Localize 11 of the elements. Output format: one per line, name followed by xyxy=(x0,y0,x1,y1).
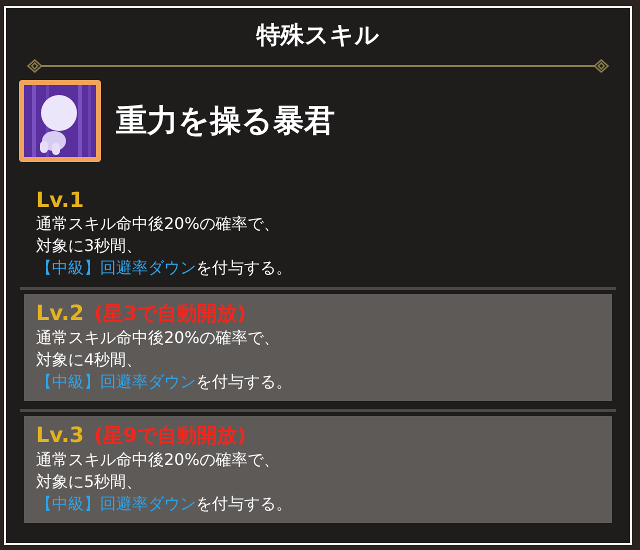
skill-description: 通常スキル命中後20%の確率で、 対象に3秒間、 【中級】回避率ダウンを付与する。 xyxy=(36,213,293,279)
skill-name: 重力を操る暴君 xyxy=(116,102,335,141)
level-label: Lv.3 xyxy=(36,422,84,448)
panel-title: 特殊スキル xyxy=(255,20,380,50)
unlock-note: (星3で自動開放) xyxy=(94,300,246,327)
skill-description: 通常スキル命中後20%の確率で、 対象に5秒間、 【中級】回避率ダウンを付与する。 xyxy=(36,449,293,515)
skill-description: 通常スキル命中後20%の確率で、 対象に4秒間、 【中級】回避率ダウンを付与する。 xyxy=(36,327,293,393)
level-label: Lv.1 xyxy=(36,187,84,213)
skill-icon xyxy=(18,79,102,163)
unlock-note: (星9で自動開放) xyxy=(94,422,246,449)
level-label: Lv.2 xyxy=(36,300,84,326)
